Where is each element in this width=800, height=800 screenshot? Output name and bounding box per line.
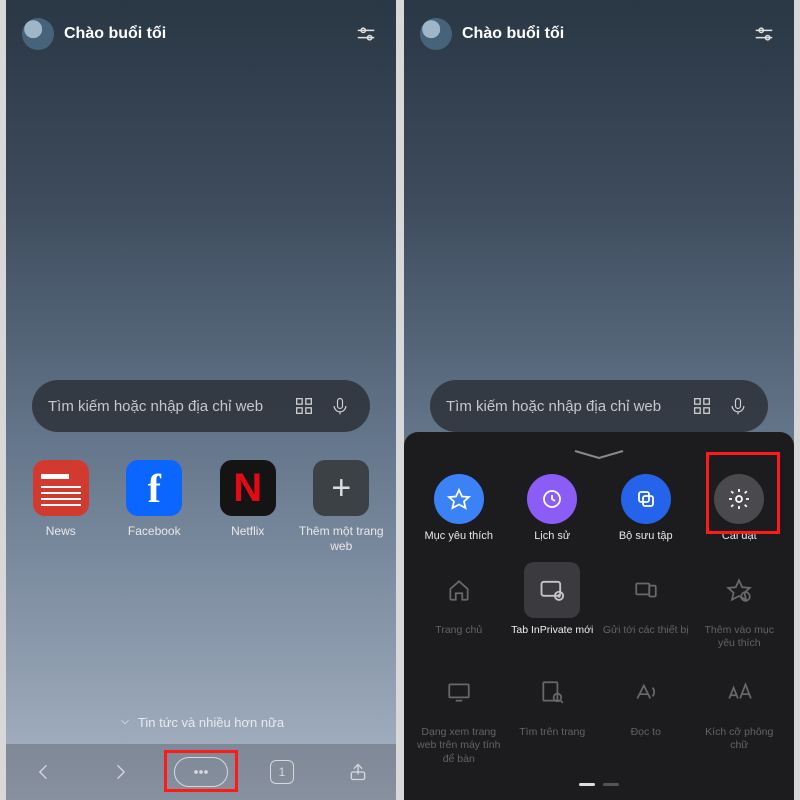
overflow-menu-button[interactable] (174, 757, 228, 787)
sheet-grabber[interactable] (564, 444, 634, 466)
menu-label: Gửi tới các thiết bị (603, 624, 689, 637)
qr-scan-icon[interactable] (290, 392, 318, 420)
browser-menu-open: Chào buổi tối Tìm kiếm hoặc nhập địa chỉ… (404, 0, 794, 800)
news-icon (33, 460, 89, 516)
menu-label: Dạng xem trang web trên máy tính để bàn (416, 726, 502, 765)
menu-label: Thêm vào mục yêu thích (696, 624, 782, 650)
shortcut-facebook[interactable]: f Facebook (110, 460, 198, 554)
inprivate-icon (524, 562, 580, 618)
menu-top-row: Mục yêu thích Lịch sử Bộ sưu tập Cài đặt (404, 466, 794, 548)
forward-button[interactable] (98, 754, 142, 790)
menu-grid-row-1: Trang chủ Tab InPrivate mới Gửi tới các … (404, 548, 794, 650)
avatar[interactable] (420, 18, 452, 50)
shortcut-add[interactable]: + Thêm một trang web (297, 460, 385, 554)
header: Chào buổi tối (404, 0, 794, 50)
menu-add-favorite[interactable]: Thêm vào mục yêu thích (696, 562, 782, 650)
page-dot-active (579, 783, 595, 786)
sheet-pager (404, 783, 794, 786)
menu-label: Kích cỡ phông chữ (696, 726, 782, 752)
settings-sliders-icon[interactable] (352, 20, 380, 48)
menu-label: Mục yêu thích (425, 530, 493, 542)
search-placeholder: Tìm kiếm hoặc nhập địa chỉ web (446, 398, 680, 415)
facebook-icon: f (126, 460, 182, 516)
browser-home-screen: Chào buổi tối Tìm kiếm hoặc nhập địa chỉ… (6, 0, 396, 800)
menu-settings[interactable]: Cài đặt (696, 474, 782, 542)
menu-label: Tìm trên trang (519, 726, 585, 739)
shortcut-label: Netflix (231, 524, 264, 539)
menu-label: Tab InPrivate mới (511, 624, 593, 637)
search-bar[interactable]: Tìm kiếm hoặc nhập địa chỉ web (430, 380, 768, 432)
star-add-icon (711, 562, 767, 618)
back-button[interactable] (22, 754, 66, 790)
quick-links-row: News f Facebook N Netflix + Thêm một tra… (6, 460, 396, 554)
menu-label: Bộ sưu tập (619, 530, 673, 542)
menu-grid-row-2: Dạng xem trang web trên máy tính để bàn … (404, 650, 794, 765)
microphone-icon[interactable] (724, 392, 752, 420)
tabs-button[interactable]: 1 (260, 754, 304, 790)
menu-desktop-site[interactable]: Dạng xem trang web trên máy tính để bàn (416, 664, 502, 765)
font-size-icon (711, 664, 767, 720)
menu-label: Lịch sử (534, 530, 570, 542)
desktop-icon (431, 664, 487, 720)
read-aloud-icon (618, 664, 674, 720)
news-feed-teaser[interactable]: Tin tức và nhiều hơn nữa (6, 715, 396, 730)
shortcut-news[interactable]: News (17, 460, 105, 554)
devices-icon (618, 562, 674, 618)
star-icon (434, 474, 484, 524)
menu-send-devices[interactable]: Gửi tới các thiết bị (603, 562, 689, 650)
menu-collections[interactable]: Bộ sưu tập (603, 474, 689, 542)
qr-scan-icon[interactable] (688, 392, 716, 420)
collection-icon (621, 474, 671, 524)
history-icon (527, 474, 577, 524)
shortcut-label: News (46, 524, 76, 539)
page-dot (603, 783, 619, 786)
share-button[interactable] (336, 754, 380, 790)
find-icon (524, 664, 580, 720)
menu-font-size[interactable]: Kích cỡ phông chữ (696, 664, 782, 765)
avatar[interactable] (22, 18, 54, 50)
tab-count: 1 (270, 760, 294, 784)
settings-sliders-icon[interactable] (750, 20, 778, 48)
overflow-menu-sheet: Mục yêu thích Lịch sử Bộ sưu tập Cài đặt… (404, 432, 794, 800)
menu-label: Đọc to (631, 726, 661, 739)
plus-icon: + (313, 460, 369, 516)
greeting-text: Chào buổi tối (64, 25, 352, 43)
greeting-text: Chào buổi tối (462, 25, 750, 43)
shortcut-label: Thêm một trang web (297, 524, 385, 554)
bottom-nav: 1 (6, 744, 396, 800)
search-bar[interactable]: Tìm kiếm hoặc nhập địa chỉ web (32, 380, 370, 432)
menu-label: Cài đặt (722, 530, 757, 542)
menu-inprivate-tab[interactable]: Tab InPrivate mới (509, 562, 595, 650)
netflix-icon: N (220, 460, 276, 516)
menu-label: Trang chủ (435, 624, 482, 637)
home-icon (431, 562, 487, 618)
microphone-icon[interactable] (326, 392, 354, 420)
menu-history[interactable]: Lịch sử (509, 474, 595, 542)
menu-find-on-page[interactable]: Tìm trên trang (509, 664, 595, 765)
shortcut-netflix[interactable]: N Netflix (204, 460, 292, 554)
search-placeholder: Tìm kiếm hoặc nhập địa chỉ web (48, 398, 282, 415)
shortcut-label: Facebook (128, 524, 181, 539)
teaser-label: Tin tức và nhiều hơn nữa (138, 715, 284, 730)
menu-read-aloud[interactable]: Đọc to (603, 664, 689, 765)
gear-icon (714, 474, 764, 524)
header: Chào buổi tối (6, 0, 396, 50)
menu-home[interactable]: Trang chủ (416, 562, 502, 650)
menu-favorites[interactable]: Mục yêu thích (416, 474, 502, 542)
